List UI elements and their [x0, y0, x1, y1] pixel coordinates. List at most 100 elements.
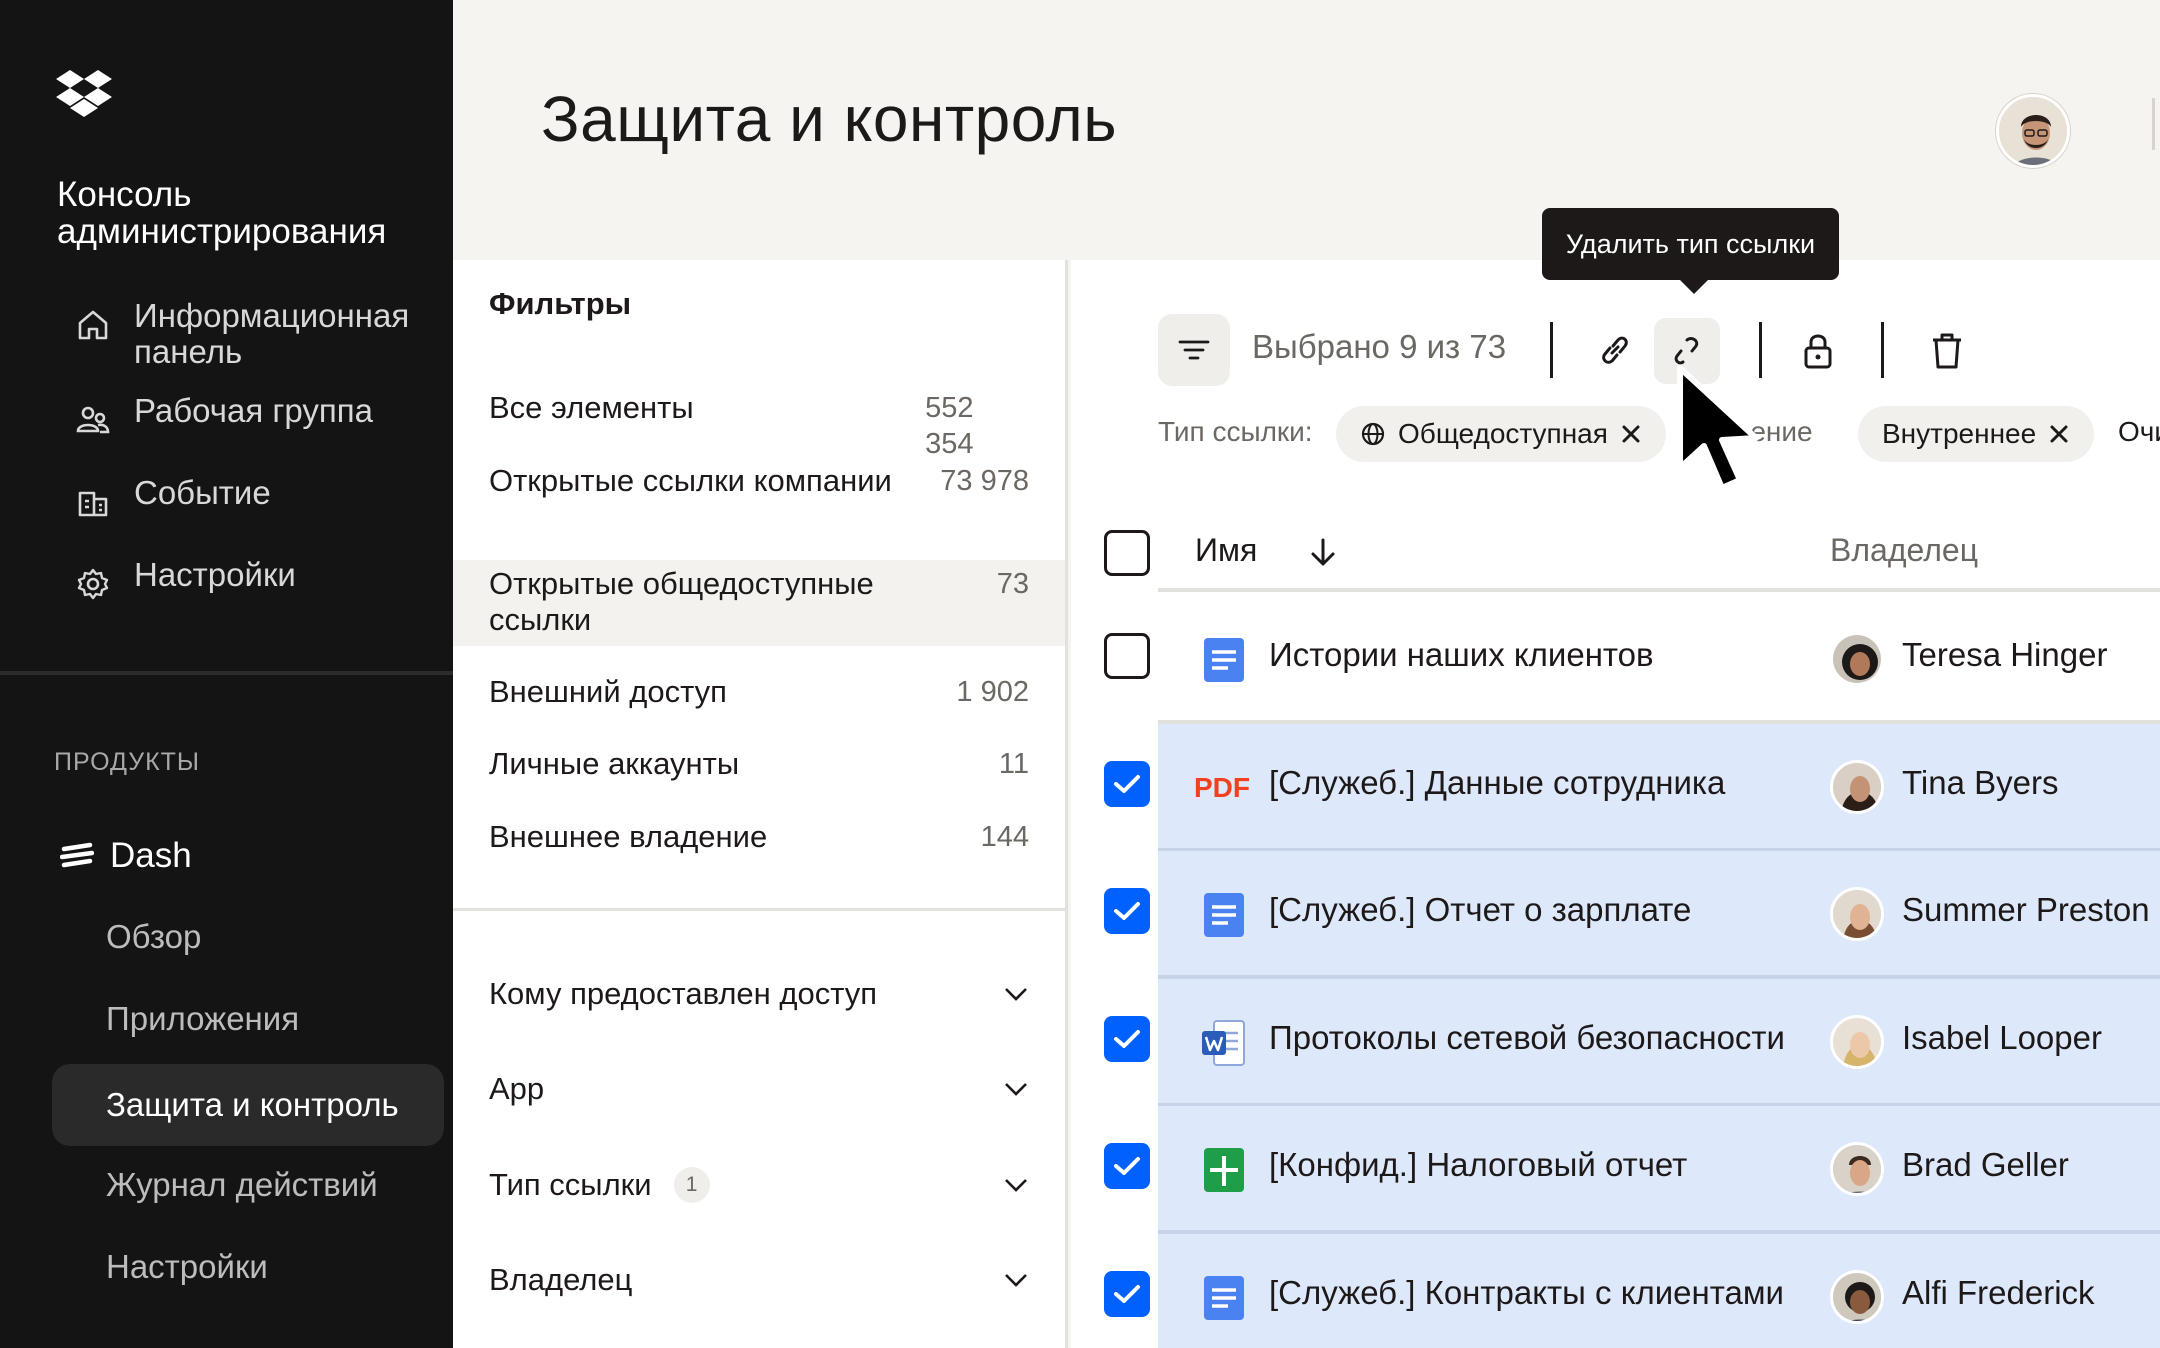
sidebar-divider: [0, 671, 453, 675]
filter-accordion-app[interactable]: App: [489, 1071, 1029, 1107]
filters-panel: Фильтры Все элементы 552 354 Открытые сс…: [453, 260, 1068, 1348]
filter-item-label: Внешний доступ: [489, 674, 727, 709]
checkmark-icon: [1114, 902, 1140, 920]
products-section-label: ПРОДУКТЫ: [54, 748, 201, 776]
row-checkbox[interactable]: [1104, 1143, 1150, 1189]
file-name: [Служеб.] Отчет о зарплате: [1269, 891, 1692, 928]
header-edge-divider: [2152, 98, 2155, 150]
sidebar-product-dash[interactable]: Dash: [60, 836, 192, 876]
filter-accordion-shared-with[interactable]: Кому предоставлен доступ: [489, 976, 1029, 1012]
selection-count: Выбрано 9 из 73: [1252, 328, 1507, 365]
user-avatar[interactable]: [1996, 94, 2070, 168]
row-checkbox[interactable]: [1104, 888, 1150, 934]
table-row[interactable]: [Служеб.] Контракты с клиентами Alfi Fre…: [1158, 1234, 2160, 1348]
chevron-down-icon: [1005, 1083, 1027, 1096]
filter-item-label: Открытые общедоступные ссылки: [489, 566, 874, 637]
chevron-down-icon: [1005, 988, 1027, 1001]
owner-avatar: [1830, 1015, 1884, 1069]
doc-file-icon: [1204, 1276, 1244, 1320]
owner-name: Teresa Hinger: [1902, 636, 2108, 673]
close-icon[interactable]: [2048, 423, 2070, 445]
mouse-pointer-icon: [1677, 365, 1759, 491]
filter-accordion-link-type[interactable]: Тип ссылки 1: [489, 1167, 1029, 1203]
table-row[interactable]: [Служеб.] Отчет о зарплате Summer Presto…: [1158, 851, 2160, 979]
owner-avatar: [1830, 887, 1884, 941]
row-checkbox[interactable]: [1104, 633, 1150, 679]
product-label: Dash: [110, 836, 192, 875]
doc-file-icon: [1204, 638, 1244, 682]
chip-public[interactable]: Общедоступная: [1336, 406, 1666, 462]
close-icon[interactable]: [1620, 423, 1642, 445]
pdf-file-icon: PDF: [1194, 772, 1250, 803]
filter-item-count: 1 902: [956, 676, 1029, 708]
checkmark-icon: [1114, 1157, 1140, 1175]
sidebar-item-dashboard[interactable]: Информационная панель: [74, 298, 454, 370]
filter-item-personal-accounts[interactable]: Личные аккаунты 11: [453, 746, 1065, 782]
tooltip-remove-link-type: Удалить тип ссылки: [1542, 208, 1839, 294]
filter-item-label: Все элементы: [489, 390, 694, 425]
lock-button[interactable]: [1785, 318, 1851, 384]
owner-name: Brad Geller: [1902, 1146, 2069, 1183]
row-checkbox[interactable]: [1104, 1016, 1150, 1062]
sidebar-subitem-protection[interactable]: Защита и контроль: [52, 1064, 444, 1146]
globe-icon: [1361, 422, 1385, 446]
table-row[interactable]: Истории наших клиентов Teresa Hinger: [1158, 596, 2160, 724]
toolbar-separator: [1550, 322, 1553, 378]
sidebar-subitem-apps[interactable]: Приложения: [106, 1000, 299, 1038]
word-file-icon: [1202, 1020, 1245, 1066]
sidebar-item-label: Рабочая группа: [134, 392, 373, 429]
chip-internal[interactable]: Внутреннее: [1858, 406, 2095, 462]
chip-label: Внутреннее: [1882, 418, 2037, 449]
sidebar-subitem-settings[interactable]: Настройки: [106, 1248, 268, 1286]
chevron-down-icon: [1005, 1274, 1027, 1287]
link-button[interactable]: [1582, 318, 1648, 384]
filter-item-external-access[interactable]: Внешний доступ 1 902: [453, 674, 1065, 710]
filter-item-all[interactable]: Все элементы 552 354: [453, 390, 1065, 462]
sort-arrow-down-icon[interactable]: [1308, 536, 1338, 570]
sidebar-item-team[interactable]: Рабочая группа: [74, 393, 454, 439]
delete-button[interactable]: [1914, 318, 1980, 384]
filter-item-public-links[interactable]: Открытые общедоступные ссылки 73: [453, 560, 1065, 646]
file-name: Протоколы сетевой безопасности: [1269, 1019, 1785, 1056]
filter-item-label: Личные аккаунты: [489, 746, 740, 781]
owner-name: Summer Preston: [1902, 891, 2150, 928]
owner-avatar: [1830, 632, 1884, 686]
column-header-name[interactable]: Имя: [1195, 532, 1257, 569]
filter-item-count: 11: [998, 748, 1029, 780]
file-name: [Служеб.] Контракты с клиентами: [1269, 1274, 1784, 1311]
table-row[interactable]: [Конфид.] Налоговый отчет Brad Geller: [1158, 1106, 2160, 1234]
accordion-count-badge: 1: [673, 1167, 710, 1203]
accordion-label: Тип ссылки: [489, 1167, 652, 1202]
home-icon: [78, 310, 108, 340]
owner-name: Alfi Frederick: [1902, 1274, 2095, 1311]
file-name: [Конфид.] Налоговый отчет: [1269, 1146, 1688, 1183]
table-row[interactable]: PDF [Служеб.] Данные сотрудника Tina Bye…: [1158, 724, 2160, 852]
lock-icon: [1804, 334, 1832, 369]
page-title: Защита и контроль: [541, 83, 1118, 155]
select-all-checkbox[interactable]: [1104, 530, 1150, 576]
doc-file-icon: [1204, 893, 1244, 937]
sidebar-item-settings[interactable]: Настройки: [74, 557, 454, 603]
accordion-label: App: [489, 1071, 545, 1106]
filter-item-company-links[interactable]: Открытые ссылки компании 73 978: [453, 463, 1065, 499]
filter-accordion-owner[interactable]: Владелец: [489, 1262, 1029, 1298]
table-row[interactable]: Протоколы сетевой безопасности Isabel Lo…: [1158, 979, 2160, 1107]
sidebar-subitem-overview[interactable]: Обзор: [106, 918, 201, 956]
user-avatar-icon: [1999, 97, 2067, 165]
sheet-file-icon: [1204, 1148, 1244, 1192]
sidebar-subitem-activity-log[interactable]: Журнал действий: [106, 1166, 378, 1204]
filter-item-external-ownership[interactable]: Внешнее владение 144: [453, 819, 1065, 855]
row-checkbox[interactable]: [1104, 761, 1150, 807]
chevron-down-icon: [1005, 1179, 1027, 1192]
filter-item-label: Внешнее владение: [489, 819, 768, 854]
row-checkbox[interactable]: [1104, 1271, 1150, 1317]
dropbox-logo-icon[interactable]: [56, 68, 112, 120]
clear-filters-link[interactable]: Очи: [2118, 416, 2160, 448]
chip-label: Общедоступная: [1398, 418, 1608, 449]
filter-item-count: 73: [996, 568, 1029, 600]
sidebar-item-event[interactable]: Событие: [74, 475, 454, 521]
column-header-owner[interactable]: Владелец: [1830, 532, 1978, 569]
filter-toggle-button[interactable]: [1158, 314, 1230, 386]
people-icon: [76, 406, 110, 434]
sidebar-item-label: Настройки: [134, 556, 296, 593]
